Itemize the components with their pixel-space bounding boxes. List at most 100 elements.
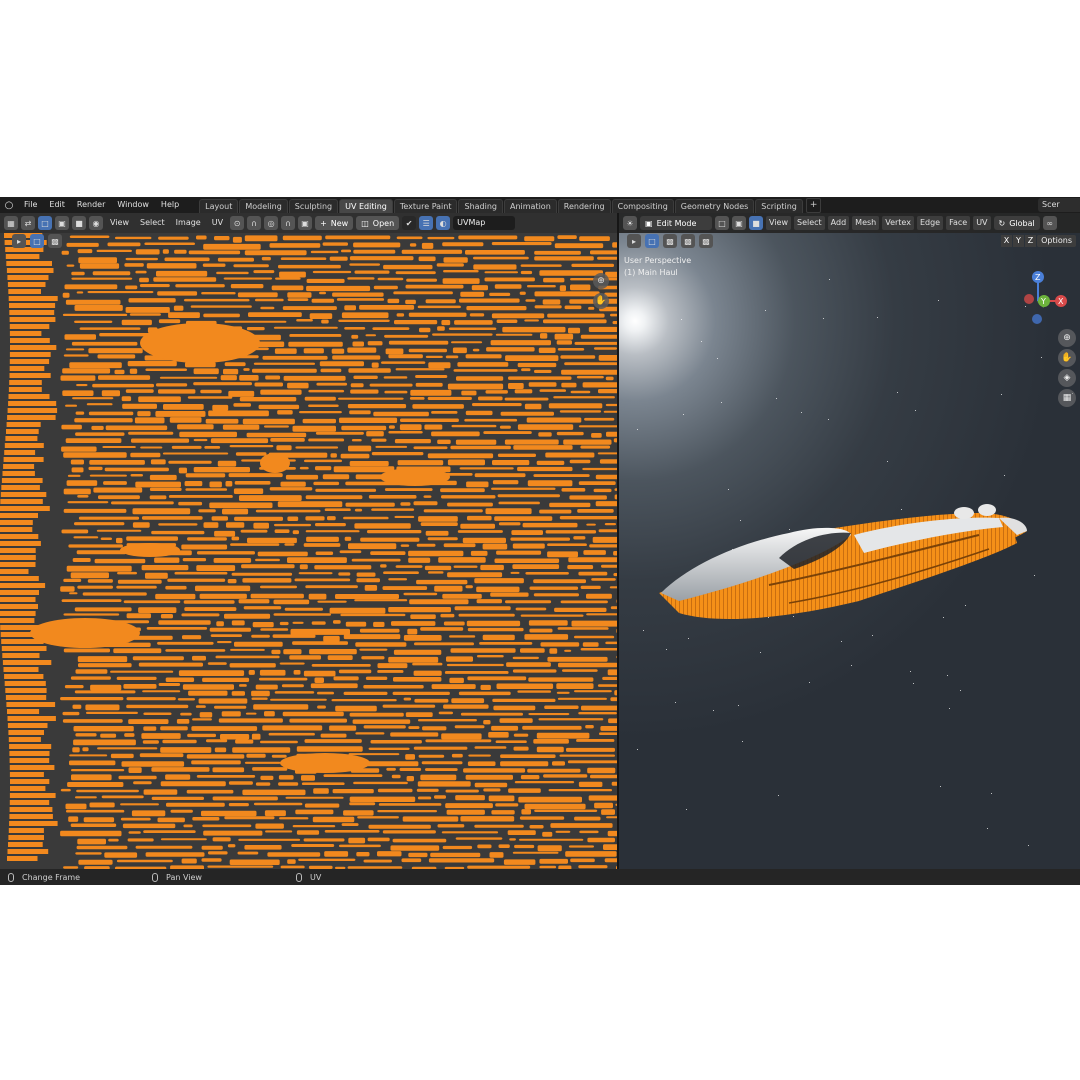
menu-file[interactable]: File [18, 197, 43, 213]
folder-icon: ◫ [361, 218, 369, 228]
pan-gizmo-icon[interactable]: ✋ [593, 293, 609, 309]
face-select-icon[interactable]: ■ [72, 216, 86, 230]
grid-icon[interactable]: ▦ [1058, 389, 1076, 407]
top-menu-bar: ○ File Edit Render Window Help Layout Mo… [0, 197, 1080, 213]
falloff-icon[interactable]: ∩ [281, 216, 296, 230]
proportional-edit-icon[interactable]: ◎ [264, 216, 279, 230]
tab-layout[interactable]: Layout [199, 199, 239, 213]
blender-window: ○ File Edit Render Window Help Layout Mo… [0, 197, 1080, 885]
vp-menu-view[interactable]: View [766, 216, 791, 230]
select-subtract-vp-icon[interactable]: ▩ [681, 234, 695, 248]
overlay-icon[interactable]: ◐ [436, 216, 451, 230]
select-new-vp-icon[interactable]: □ [645, 234, 659, 248]
zoom-gizmo-icon[interactable]: ⊕ [593, 273, 609, 289]
tab-texture-paint[interactable]: Texture Paint [393, 199, 458, 213]
status-bar: Change Frame Pan View UV [0, 869, 1080, 885]
image-browse-icon[interactable]: ▣ [298, 216, 313, 230]
workspace-tabs: Layout Modeling Sculpting UV Editing Tex… [199, 197, 822, 213]
vertex-select-icon[interactable]: □ [38, 216, 52, 230]
mirror-y-toggle[interactable]: Y [1013, 235, 1024, 247]
gizmo-z-label: Z [1035, 273, 1041, 282]
tab-uv-editing[interactable]: UV Editing [339, 199, 393, 213]
pin-icon[interactable]: ✔ [402, 216, 417, 230]
pivot-icon[interactable]: ⊙ [230, 216, 245, 230]
3d-viewport[interactable]: ☀ ▣ Edit Mode □ ▣ ■ View Select Add Mesh … [619, 213, 1080, 869]
vp-menu-face[interactable]: Face [946, 216, 971, 230]
pan-icon[interactable]: ✋ [1058, 349, 1076, 367]
tab-rendering[interactable]: Rendering [557, 199, 611, 213]
menu-help[interactable]: Help [155, 197, 185, 213]
uv-menu-select[interactable]: Select [136, 213, 169, 233]
editor-type-3d-icon[interactable]: ☀ [623, 216, 637, 230]
mirror-x-toggle[interactable]: X [1001, 235, 1012, 247]
uv-menu-uv[interactable]: UV [208, 213, 227, 233]
orientation-icon: ↻ [998, 218, 1006, 228]
vp-menu-vertex[interactable]: Vertex [882, 216, 914, 230]
zoom-icon[interactable]: ⊕ [1058, 329, 1076, 347]
add-workspace-button[interactable]: + [805, 198, 822, 213]
tab-geometry-nodes[interactable]: Geometry Nodes [674, 199, 755, 213]
sticky-select-icon[interactable]: ◉ [89, 216, 103, 230]
tab-animation[interactable]: Animation [503, 199, 557, 213]
gizmo-x-label: X [1058, 297, 1064, 306]
tool-settings-vp-icon[interactable]: ▸ [627, 234, 641, 248]
uv-map-field[interactable]: UVMap [453, 216, 516, 230]
edge-mode-icon[interactable]: ▣ [732, 216, 746, 230]
editor-type-icon[interactable]: ▦ [4, 216, 18, 230]
new-image-label: New [330, 218, 349, 228]
tab-scripting[interactable]: Scripting [755, 199, 803, 213]
uv-menu-image[interactable]: Image [172, 213, 205, 233]
select-intersect-vp-icon[interactable]: ▩ [699, 234, 713, 248]
select-extend-vp-icon[interactable]: ▩ [663, 234, 677, 248]
vp-menu-uv[interactable]: UV [973, 216, 991, 230]
vp-menu-edge[interactable]: Edge [916, 216, 944, 230]
new-image-button[interactable]: + New [315, 216, 354, 230]
face-mode-icon[interactable]: ■ [749, 216, 763, 230]
menu-render[interactable]: Render [71, 197, 111, 213]
snapping-icon[interactable]: ∞ [1042, 216, 1057, 230]
uv-display-icon[interactable]: ☰ [419, 216, 434, 230]
select-mode-extend-icon[interactable]: ▩ [48, 234, 62, 248]
vertex-mode-icon[interactable]: □ [715, 216, 729, 230]
axis-gizmo[interactable]: Z Y X [1004, 267, 1074, 337]
vp-menu-add[interactable]: Add [827, 216, 850, 230]
plus-icon: + [320, 218, 327, 228]
uv-editor-header: ▦ ⇄ □ ▣ ■ ◉ View Select Image UV ⊙ ∩ ◎ ∩… [0, 213, 617, 233]
viewport-header: ☀ ▣ Edit Mode □ ▣ ■ View Select Add Mesh … [619, 213, 1080, 233]
viewport-info: User Perspective (1) Main Haul [624, 255, 691, 279]
vp-menu-mesh[interactable]: Mesh [852, 216, 880, 230]
camera-icon[interactable]: ◈ [1058, 369, 1076, 387]
mouse-middle-icon [152, 872, 158, 882]
view-name: User Perspective [624, 256, 692, 265]
status-label-2: Pan View [166, 872, 202, 882]
edge-select-icon[interactable]: ▣ [55, 216, 69, 230]
neg-x-axis-icon [1024, 294, 1034, 304]
options-dropdown[interactable]: Options [1037, 235, 1076, 247]
scene-selector[interactable]: Scer [1038, 198, 1080, 212]
open-image-label: Open [372, 218, 395, 228]
neg-z-axis-icon [1032, 314, 1042, 324]
status-uv: UV [296, 872, 432, 882]
uv-island-group [0, 233, 617, 869]
mirror-z-toggle[interactable]: Z [1025, 235, 1036, 247]
vp-menu-select[interactable]: Select [793, 216, 825, 230]
snap-icon[interactable]: ∩ [247, 216, 262, 230]
select-mode-new-icon[interactable]: □ [30, 234, 44, 248]
uv-canvas[interactable] [0, 233, 617, 869]
object-name: (1) Main Haul [624, 268, 678, 277]
mirror-axes: X Y Z [1001, 235, 1036, 247]
tool-settings-icon[interactable]: ▸ [12, 234, 26, 248]
transform-orientation[interactable]: ↻ Global [993, 216, 1040, 230]
tab-modeling[interactable]: Modeling [239, 199, 288, 213]
tab-sculpting[interactable]: Sculpting [288, 199, 339, 213]
tab-compositing[interactable]: Compositing [611, 199, 674, 213]
open-image-button[interactable]: ◫ Open [356, 216, 400, 230]
uv-menu-view[interactable]: View [106, 213, 133, 233]
status-change-frame: Change Frame [8, 872, 144, 882]
blender-logo-icon[interactable]: ○ [0, 197, 18, 213]
menu-edit[interactable]: Edit [43, 197, 71, 213]
mode-selector[interactable]: ▣ Edit Mode [640, 216, 712, 230]
sync-selection-icon[interactable]: ⇄ [21, 216, 35, 230]
tab-shading[interactable]: Shading [458, 199, 503, 213]
menu-window[interactable]: Window [111, 197, 155, 213]
